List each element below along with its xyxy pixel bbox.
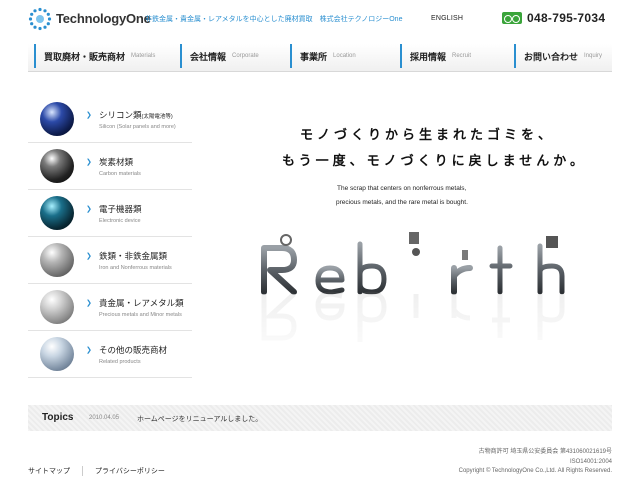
chevron-right-icon: ❯ bbox=[86, 112, 92, 119]
tagline: 非鉄金属・貴金属・レアメタルを中心とした廃材買取 株式会社テクノロジーOne bbox=[145, 16, 403, 23]
category-sublabel: Iron and Nonferrous materials bbox=[99, 265, 172, 271]
nav-item-label: 事業所 bbox=[300, 51, 328, 62]
circuit-board-icon bbox=[40, 196, 74, 230]
category-other[interactable]: ❯ その他の販売商材 Related products bbox=[28, 331, 192, 378]
hero-headline-1: モノづくりから生まれたゴミを、 bbox=[300, 127, 556, 142]
nav-item-sublabel: Location bbox=[333, 53, 356, 59]
topics-bar: Topics 2010.04.05 ホームページをリニューアルしました。 bbox=[28, 405, 612, 431]
nav-item-sublabel: Inquiry bbox=[584, 53, 603, 59]
silver-sphere-icon bbox=[40, 290, 74, 324]
nav-item-corporate[interactable]: 会社情報 Corporate bbox=[180, 44, 259, 68]
category-sidebar: ❯ シリコン類(太陽電池等) Silicon (Solar panels and… bbox=[28, 96, 192, 378]
category-carbon[interactable]: ❯ 炭素材類 Carbon materials bbox=[28, 143, 192, 190]
category-precious[interactable]: ❯ 貴金属・レアメタル類 Precious metals and Minor m… bbox=[28, 284, 192, 331]
nav-item-recruit[interactable]: 採用情報 Recruit bbox=[400, 44, 471, 68]
category-label: 電子機器類 bbox=[99, 204, 142, 214]
topics-date: 2010.04.05 bbox=[89, 415, 120, 421]
free-dial-icon bbox=[502, 12, 522, 24]
category-label: 鉄類・非鉄金属類 bbox=[99, 251, 168, 261]
license-text: 古物商許可 埼玉県公安委員会 第431060021619号 bbox=[478, 449, 612, 455]
phone-number: 048-795-7034 bbox=[527, 11, 606, 25]
category-electronic[interactable]: ❯ 電子機器類 Electronic device bbox=[28, 190, 192, 237]
chevron-right-icon: ❯ bbox=[86, 159, 92, 166]
nav-item-inquiry[interactable]: お問い合わせ Inquiry bbox=[514, 44, 602, 68]
footer-links: サイトマップ プライバシーポリシー bbox=[28, 466, 165, 476]
chevron-right-icon: ❯ bbox=[86, 206, 92, 213]
category-label: シリコン類(太陽電池等) bbox=[99, 109, 173, 121]
category-label: 炭素材類 bbox=[99, 157, 134, 167]
nav-item-location[interactable]: 事業所 Location bbox=[290, 44, 356, 68]
hero-subtext-1: The scrap that centers on nonferrous met… bbox=[337, 185, 467, 192]
topics-link[interactable]: ホームページをリニューアルしました。 bbox=[137, 414, 262, 424]
category-label: その他の販売商材 bbox=[99, 345, 168, 355]
nav-item-label: 買取廃材・販売商材 bbox=[44, 51, 126, 62]
globe-sphere-icon bbox=[40, 337, 74, 371]
category-sublabel: Related products bbox=[99, 359, 141, 365]
main-nav: 買取廃材・販売商材 Materials 会社情報 Corporate 事業所 L… bbox=[28, 44, 612, 72]
category-sublabel: Electronic device bbox=[99, 218, 141, 224]
chevron-right-icon: ❯ bbox=[86, 347, 92, 354]
category-label-main: シリコン類 bbox=[99, 110, 142, 120]
nav-item-sublabel: Recruit bbox=[452, 53, 472, 59]
nav-item-label: お問い合わせ bbox=[524, 51, 579, 62]
footer-divider bbox=[82, 466, 83, 476]
english-link[interactable]: ENGLISH bbox=[431, 15, 463, 22]
logo-icon[interactable] bbox=[28, 7, 52, 31]
category-iron[interactable]: ❯ 鉄類・非鉄金属類 Iron and Nonferrous materials bbox=[28, 237, 192, 284]
category-label-note: (太陽電池等) bbox=[141, 114, 173, 120]
nav-item-sublabel: Materials bbox=[131, 53, 156, 59]
sitemap-link[interactable]: サイトマップ bbox=[28, 466, 70, 476]
logo-text[interactable]: TechnologyOne bbox=[56, 11, 151, 26]
chevron-right-icon: ❯ bbox=[86, 300, 92, 307]
hero-headline-2: もう一度、モノづくりに戻しませんか。 bbox=[282, 153, 587, 168]
chevron-right-icon: ❯ bbox=[86, 253, 92, 260]
nav-item-materials[interactable]: 買取廃材・販売商材 Materials bbox=[34, 44, 155, 68]
category-sublabel: Carbon materials bbox=[99, 171, 141, 177]
category-sublabel: Silicon (Solar panels and more) bbox=[99, 124, 176, 130]
carbon-sphere-icon bbox=[40, 149, 74, 183]
header: TechnologyOne 非鉄金属・貴金属・レアメタルを中心とした廃材買取 株… bbox=[0, 0, 640, 40]
nav-item-label: 会社情報 bbox=[190, 51, 227, 62]
solar-panel-icon bbox=[40, 102, 74, 136]
privacy-policy-link[interactable]: プライバシーポリシー bbox=[95, 466, 165, 476]
footer-info: 古物商許可 埼玉県公安委員会 第431060021619号 ISO14001:2… bbox=[459, 448, 612, 477]
category-label: 貴金属・レアメタル類 bbox=[99, 298, 184, 308]
hero-subtext-2: precious metals, and the rare metal is b… bbox=[336, 199, 468, 206]
topics-label: Topics bbox=[42, 412, 74, 423]
rebirth-letters bbox=[261, 232, 565, 295]
nav-item-label: 採用情報 bbox=[410, 51, 447, 62]
copyright-text: Copyright © TechnologyOne Co.,Ltd. All R… bbox=[458, 468, 612, 474]
iso-text: ISO14001:2004 bbox=[569, 458, 612, 465]
metal-sphere-icon bbox=[40, 243, 74, 277]
nav-item-sublabel: Corporate bbox=[232, 53, 259, 59]
rebirth-hero-image bbox=[256, 232, 576, 368]
category-sublabel: Precious metals and Minor metals bbox=[99, 312, 182, 318]
category-silicon[interactable]: ❯ シリコン類(太陽電池等) Silicon (Solar panels and… bbox=[28, 96, 192, 143]
